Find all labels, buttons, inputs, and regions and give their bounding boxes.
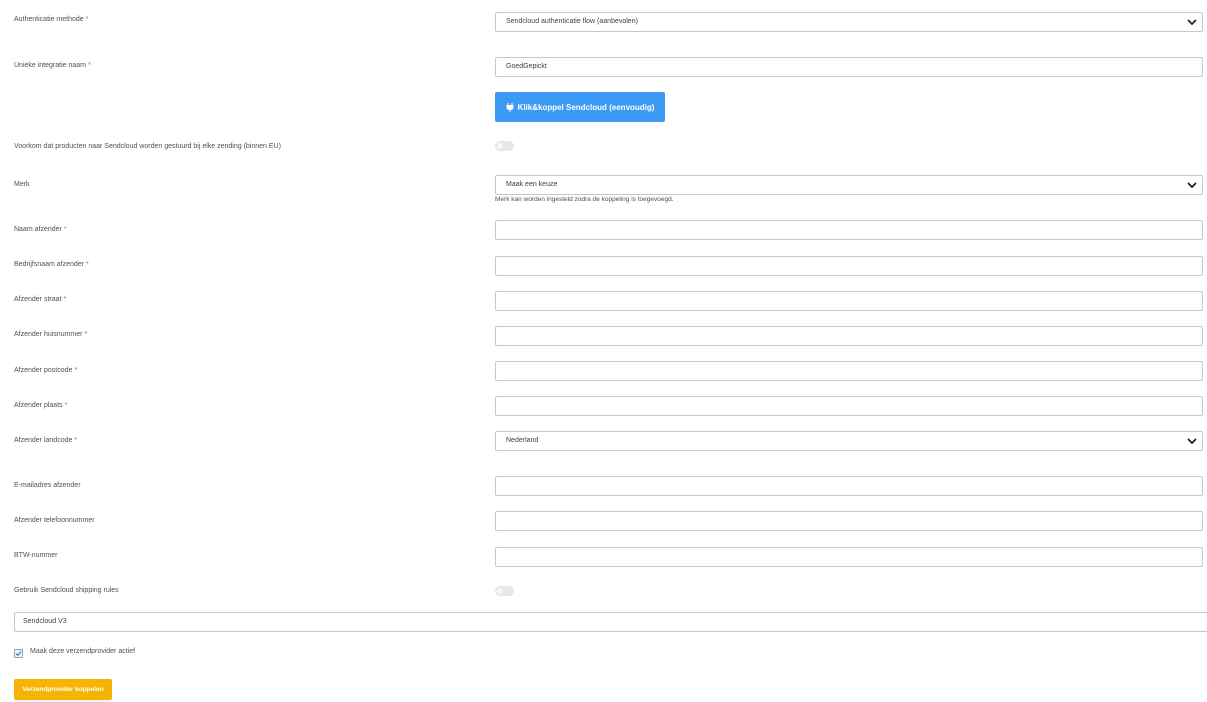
sender-phone-label: Afzender telefoonnummer [14,517,95,524]
sender-name-input[interactable] [495,220,1203,240]
brand-select[interactable]: Maak een keuze [495,175,1203,195]
brand-value: Maak een keuze [506,181,558,188]
sender-street-input[interactable] [495,291,1203,311]
sender-postcode-input[interactable] [495,361,1203,381]
toggle-knob [497,588,503,594]
sender-email-input[interactable] [495,476,1203,496]
sender-country-value: Nederland [506,437,539,444]
chevron-down-icon [1187,182,1197,189]
sender-house-number-input[interactable] [495,326,1203,346]
sender-company-label: Bedrijfsnaam afzender * [14,261,89,268]
customs-toggle-label: Voorkom dat producten naar Sendcloud wor… [14,143,281,150]
sender-country-select[interactable]: Nederland [495,431,1203,451]
auth-method-value: Sendcloud authenticatie flow (aanbevolen… [506,18,638,25]
chevron-down-icon [1187,438,1197,445]
shipping-rules-toggle[interactable] [495,586,514,596]
shipping-rules-label: Gebruik Sendcloud shipping rules [14,587,119,594]
sender-name-label: Naam afzender * [14,226,67,233]
connect-sendcloud-button[interactable]: Klik&koppel Sendcloud (eenvoudig) [495,92,665,122]
checkmark-icon [15,651,22,657]
auth-method-label: Authenticatie methode * [14,16,89,23]
provider-name: Sendcloud V3 [23,618,67,625]
provider-active-label: Maak deze verzendprovider actief [30,648,136,655]
vat-number-label: BTW-nummer [14,552,58,559]
plug-icon [506,102,514,112]
customs-toggle[interactable] [495,141,514,151]
sender-phone-input[interactable] [495,511,1203,531]
sender-house-number-label: Afzender huisnummer * [14,331,88,338]
sender-city-label: Afzender plaats * [14,402,68,409]
connect-sendcloud-label: Klik&koppel Sendcloud (eenvoudig) [517,102,655,112]
integration-name-value: GoedGepickt [506,63,547,70]
provider-active-checkbox[interactable] [14,649,23,658]
sender-email-label: E-mailadres afzender [14,482,81,489]
integration-name-input[interactable]: GoedGepickt [495,57,1203,77]
sender-city-input[interactable] [495,396,1203,416]
auth-method-select[interactable]: Sendcloud authenticatie flow (aanbevolen… [495,12,1203,32]
sender-street-label: Afzender straat * [14,296,67,303]
toggle-knob [497,143,503,149]
vat-number-input[interactable] [495,547,1203,567]
sender-company-input[interactable] [495,256,1203,276]
integration-name-label: Unieke integratie naam * [14,62,91,69]
sender-postcode-label: Afzender postcode * [14,367,78,374]
provider-name-field[interactable]: Sendcloud V3 [14,612,1207,632]
brand-label: Merk [14,181,30,188]
chevron-down-icon [1187,19,1197,26]
brand-helper-text: Merk kan worden ingesteld zodra de koppe… [495,196,674,203]
connect-provider-button[interactable]: Verzendprovider koppelen [14,679,112,700]
sender-country-label: Afzender landcode * [14,437,78,444]
